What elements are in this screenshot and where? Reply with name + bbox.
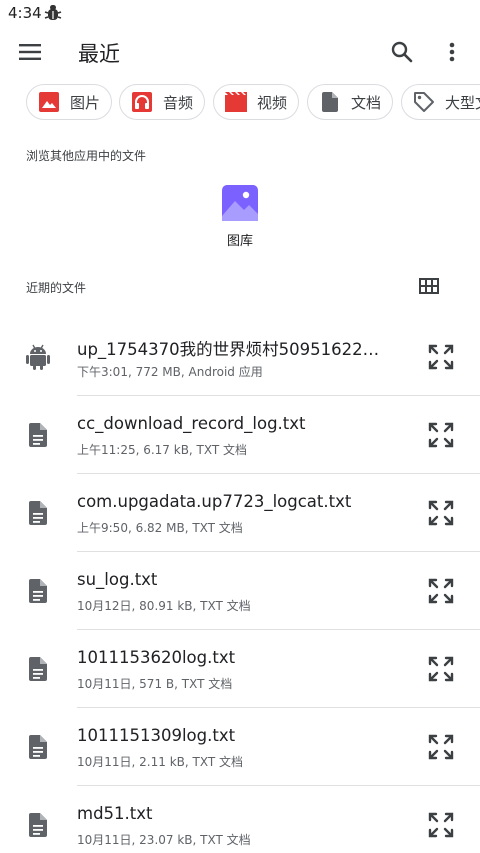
file-name: 1011153620log.txt	[77, 648, 236, 667]
file-name: su_log.txt	[77, 570, 158, 589]
file-row[interactable]: 1011151309log.txt 10月11日, 2.11 kB, TXT 文…	[0, 708, 480, 786]
chip-video[interactable]: 视频	[213, 84, 299, 120]
document-icon	[29, 657, 47, 681]
document-icon	[29, 813, 47, 837]
recent-section-label: 近期的文件	[26, 281, 87, 295]
file-row[interactable]: com.upgadata.up7723_logcat.txt 上午9:50, 6…	[0, 474, 480, 552]
filter-chips: 图片 音频 视频 文档 大型	[0, 84, 480, 122]
document-icon	[29, 501, 47, 525]
gallery-app-shortcut[interactable]: 图库	[212, 182, 268, 252]
file-row[interactable]: up_1754370我的世界烦村5095162210… 下午3:01, 772 …	[0, 318, 480, 396]
movie-icon	[225, 92, 247, 112]
file-meta: 下午3:01, 772 MB, Android 应用	[77, 365, 263, 379]
expand-preview-icon[interactable]	[426, 420, 456, 450]
status-bar: 4:34	[0, 0, 480, 28]
chip-video-label: 视频	[257, 93, 288, 112]
chip-documents[interactable]: 文档	[307, 84, 393, 120]
file-name: com.upgadata.up7723_logcat.txt	[77, 492, 352, 511]
chip-large-files-label: 大型文件	[445, 93, 480, 112]
chip-audio-label: 音频	[163, 93, 194, 112]
file-name: cc_download_record_log.txt	[77, 414, 306, 433]
hamburger-menu-icon	[19, 44, 41, 60]
expand-preview-icon[interactable]	[426, 342, 456, 372]
browse-section-label: 浏览其他应用中的文件	[26, 149, 147, 163]
document-icon	[322, 92, 338, 112]
chip-images[interactable]: 图片	[26, 84, 112, 120]
search-icon	[391, 41, 413, 63]
expand-preview-icon[interactable]	[426, 576, 456, 606]
document-icon	[29, 735, 47, 759]
menu-button[interactable]	[14, 36, 46, 68]
document-icon	[29, 579, 47, 603]
expand-preview-icon[interactable]	[426, 654, 456, 684]
more-vert-icon	[449, 42, 455, 62]
more-options-button[interactable]	[436, 36, 468, 68]
expand-preview-icon[interactable]	[426, 810, 456, 840]
file-meta: 10月11日, 571 B, TXT 文档	[77, 677, 233, 691]
expand-preview-icon[interactable]	[426, 732, 456, 762]
tag-icon	[414, 92, 434, 112]
file-row[interactable]: cc_download_record_log.txt 上午11:25, 6.17…	[0, 396, 480, 474]
page-title: 最近	[78, 42, 120, 66]
file-name: md51.txt	[77, 804, 153, 823]
status-time: 4:34	[8, 4, 42, 22]
search-button[interactable]	[386, 36, 418, 68]
file-meta: 10月12日, 80.91 kB, TXT 文档	[77, 599, 251, 613]
headphones-icon	[132, 92, 152, 112]
file-name: up_1754370我的世界烦村5095162210…	[77, 340, 385, 359]
document-icon	[29, 423, 47, 447]
chip-large-files[interactable]: 大型文件	[401, 84, 480, 120]
file-name: 1011151309log.txt	[77, 726, 236, 745]
android-icon	[26, 344, 50, 370]
chip-documents-label: 文档	[351, 93, 382, 112]
grid-view-icon	[419, 278, 439, 294]
chip-images-label: 图片	[70, 93, 101, 112]
expand-preview-icon[interactable]	[426, 498, 456, 528]
file-meta: 10月11日, 23.07 kB, TXT 文档	[77, 833, 251, 847]
file-meta: 上午11:25, 6.17 kB, TXT 文档	[77, 443, 248, 457]
gallery-icon	[222, 185, 258, 221]
image-icon	[39, 92, 59, 112]
chip-audio[interactable]: 音频	[119, 84, 205, 120]
gallery-app-label: 图库	[226, 234, 253, 249]
file-meta: 10月11日, 2.11 kB, TXT 文档	[77, 755, 243, 769]
app-bar: 最近	[0, 28, 480, 78]
file-row[interactable]: 1011153620log.txt 10月11日, 571 B, TXT 文档	[0, 630, 480, 708]
grid-view-button[interactable]	[416, 274, 442, 298]
file-meta: 上午9:50, 6.82 MB, TXT 文档	[77, 521, 243, 535]
file-row[interactable]: md51.txt 10月11日, 23.07 kB, TXT 文档	[0, 786, 480, 853]
file-row[interactable]: su_log.txt 10月12日, 80.91 kB, TXT 文档	[0, 552, 480, 630]
debug-bug-icon	[44, 5, 62, 20]
